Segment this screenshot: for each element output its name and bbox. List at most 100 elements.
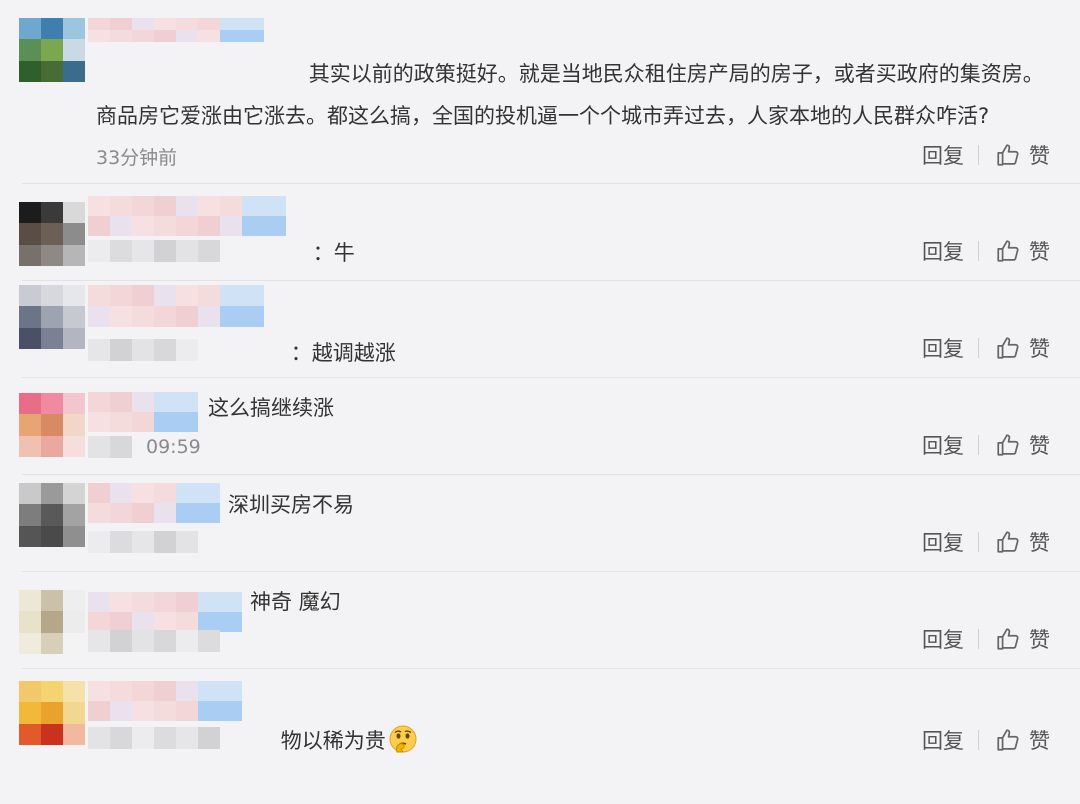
mosaic-cell [132,531,154,553]
avatar-pixel [19,632,41,654]
avatar-pixel [41,244,63,266]
mosaic-cell [198,681,220,701]
like-button[interactable]: 赞 [1029,140,1050,170]
avatar[interactable] [19,202,85,266]
mosaic-cell [110,216,132,236]
mosaic-cell [132,339,154,361]
comment-text: 这么搞继续涨 [208,396,334,420]
like-button[interactable]: 赞 [1029,725,1050,755]
mosaic-cell [154,306,176,327]
thumbs-up-icon[interactable] [995,727,1021,753]
avatar-pixel [19,327,41,349]
avatar-pixel [63,504,85,526]
mosaic-cell [154,592,176,612]
mosaic-cell [176,240,198,262]
thumbs-up-icon[interactable] [995,432,1021,458]
avatar-pixel [63,632,85,654]
like-button[interactable]: 赞 [1029,236,1050,266]
mosaic-cell [110,240,132,262]
mosaic-cell [132,483,154,503]
mosaic-cell [132,701,154,721]
avatar-pixel [41,723,63,745]
mosaic-cell [132,503,154,523]
avatar-pixel [19,306,41,328]
thumbs-up-icon[interactable] [995,626,1021,652]
mosaic-cell [176,392,198,412]
avatar-pixel [63,285,85,307]
avatar-pixel [63,414,85,436]
like-button[interactable]: 赞 [1029,624,1050,654]
mosaic-cell [154,701,176,721]
mosaic-cell [88,531,110,553]
mosaic-cell [88,285,110,306]
reply-button[interactable]: 回复 [922,430,964,460]
mosaic-cell [198,701,220,721]
avatar[interactable] [19,483,85,547]
avatar-pixel [41,39,63,61]
mosaic-cell [176,339,198,361]
like-button[interactable]: 赞 [1029,333,1050,363]
avatar-pixel [41,306,63,328]
username-mosaic[interactable] [88,196,286,236]
mosaic-cell [220,612,242,632]
avatar-pixel [41,632,63,654]
avatar[interactable] [19,681,85,745]
avatar-pixel [63,202,85,224]
comment-text: 其实以前的政策挺好。就是当地民众租住房产局的房子，或者买政府的集资房。商品房它爱… [96,62,1044,128]
thumbs-up-icon[interactable] [995,238,1021,264]
avatar-pixel [19,393,41,415]
avatar-pixel [19,504,41,526]
like-button[interactable]: 赞 [1029,430,1050,460]
avatar-pixel [19,18,41,40]
action-divider [978,338,979,358]
username-mosaic[interactable] [88,285,264,327]
username-mosaic[interactable] [88,592,242,632]
action-divider [978,532,979,552]
reply-button[interactable]: 回复 [922,527,964,557]
mosaic-cell [198,196,220,216]
mosaic-cell [264,216,286,236]
mosaic-cell [132,630,154,652]
mosaic-cell [110,436,132,458]
thumbs-up-icon[interactable] [995,335,1021,361]
comment-actions: 回复 赞 [922,725,1050,755]
mosaic-cell [198,216,220,236]
mosaic-cell [110,412,132,432]
avatar-pixel [63,611,85,633]
mosaic-cell [176,285,198,306]
reply-button[interactable]: 回复 [922,236,964,266]
mosaic-cell [264,196,286,216]
avatar-pixel [41,202,63,224]
avatar-pixel [19,39,41,61]
like-button[interactable]: 赞 [1029,527,1050,557]
avatar[interactable] [19,285,85,349]
avatar[interactable] [19,18,85,82]
username-mosaic[interactable] [88,392,198,432]
avatar[interactable] [19,590,85,654]
reply-button[interactable]: 回复 [922,333,964,363]
mosaic-cell [198,503,220,523]
comment-actions: 回复 赞 [922,140,1050,170]
avatar-pixel [19,435,41,457]
comment-text: 物以稀为贵 [254,678,418,804]
mosaic-cell [176,701,198,721]
avatar-pixel [41,60,63,82]
mosaic-cell [110,727,132,749]
avatar[interactable] [19,393,85,457]
username-mosaic[interactable] [88,681,242,721]
mosaic-cell [198,240,220,262]
mosaic-cell [198,306,220,327]
avatar-pixel [41,681,63,703]
comment-item-3: ：越调越涨 回复 赞 [0,281,1080,378]
mosaic-cell [154,612,176,632]
reply-button[interactable]: 回复 [922,140,964,170]
username-mosaic[interactable] [88,483,220,523]
timestamp-mosaic [88,436,132,458]
reply-button[interactable]: 回复 [922,624,964,654]
thumbs-up-icon[interactable] [995,142,1021,168]
mosaic-cell [198,285,220,306]
thumbs-up-icon[interactable] [995,529,1021,555]
reply-button[interactable]: 回复 [922,725,964,755]
avatar-pixel [41,525,63,547]
mosaic-cell [88,701,110,721]
